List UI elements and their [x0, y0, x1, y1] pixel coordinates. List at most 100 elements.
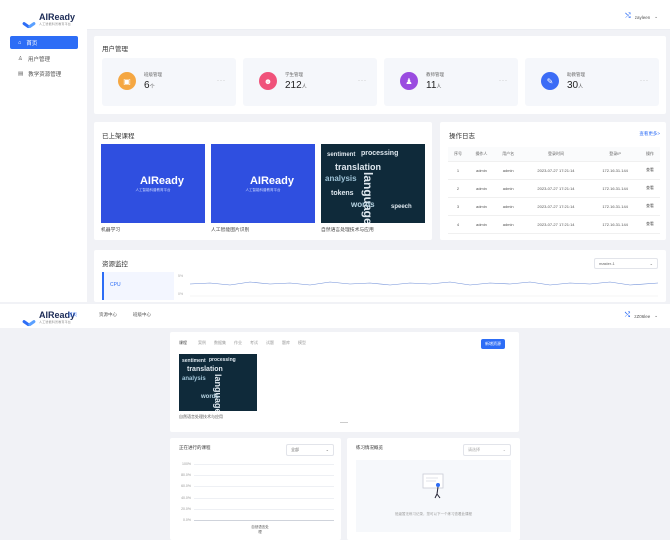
more-button[interactable]: ··· [358, 78, 367, 84]
header: ⤭ zayleen ⌄ [87, 0, 670, 30]
user-icon: ♙ [18, 55, 23, 62]
sidebar-item-users[interactable]: ♙ 用户管理 [10, 52, 78, 65]
tab-case[interactable]: 案例 [198, 340, 206, 346]
table-row: 2 admin admin 2023-07-27 17:21:14 172.16.31.… [448, 179, 660, 197]
logo-icon [122, 177, 136, 185]
gridline [194, 520, 334, 521]
gridline [194, 508, 334, 510]
table-header: 序号 操作人 用户名 登录时间 登录IP 操作 [448, 147, 660, 161]
course-cover-wordcloud[interactable]: sentiment processing translation analysi… [321, 144, 425, 223]
y-tick-label: 60.0% [181, 484, 191, 489]
course-title[interactable]: 自然语言处理技术与应用 [321, 226, 374, 233]
x-tick-label: 自然语言处理 [251, 525, 269, 534]
section-title: 已上架课程 [102, 133, 135, 140]
chevron-down-icon: ⌄ [325, 447, 329, 452]
cpu-line-chart [190, 281, 658, 297]
tab-model[interactable]: 模型 [298, 340, 306, 346]
course-cover[interactable]: AIReady 人工智能科普教育平台 [101, 144, 205, 223]
class-icon: ▣ [118, 72, 136, 90]
course-cover-wordcloud[interactable]: sentiment processing translation analysi… [179, 354, 257, 411]
view-link[interactable]: 查看 [640, 215, 660, 233]
logo-icon [232, 177, 246, 185]
practice-card: 练习情况概览 请选择 ⌄ 班级暂无练习记录，您可以下一个练习查看此课程 [347, 438, 520, 540]
stat-students[interactable]: ☻ 学生管理 212人 ··· [243, 58, 377, 106]
chevron-down-icon: ⌄ [654, 14, 658, 19]
chevron-down-icon: ⌄ [654, 313, 658, 318]
section-title: 资源监控 [102, 261, 128, 268]
chart-icon: ⤭ [624, 312, 631, 319]
view-link[interactable]: 查看 [640, 179, 660, 197]
stat-assistants[interactable]: ✎ 助教管理 30人 ··· [525, 58, 659, 106]
chevron-down-icon: ⌄ [649, 261, 653, 266]
home-icon: ⌂ [18, 39, 22, 46]
assistant-icon: ✎ [541, 72, 559, 90]
y-tick-label: 80.0% [181, 473, 191, 478]
tab-exam[interactable]: 考试 [250, 340, 258, 346]
section-title: 用户管理 [102, 46, 128, 53]
gridline [194, 475, 334, 477]
practice-select[interactable]: 请选择 ⌄ [463, 444, 511, 456]
table-row: 4 admin admin 2023-07-27 17:21:14 172.16.31.… [448, 215, 660, 233]
tab-questions[interactable]: 试题 [266, 340, 274, 346]
user-management-card: 用户管理 ▣ 班级管理 6个 ··· ☻ 学生管理 212人 ··· ♟ 教师管… [94, 36, 666, 114]
brand-logo[interactable]: AIReady 人工智能科普教育平台 [22, 13, 75, 27]
course-filter-select[interactable]: 全部 ⌄ [286, 444, 334, 456]
sidebar-item-home[interactable]: ⌂ 首页 [10, 36, 78, 49]
teacher-icon: ♟ [400, 72, 418, 90]
sidebar-item-resources[interactable]: ▤ 教学资源管理 [10, 67, 78, 80]
tab-bank[interactable]: 题库 [282, 340, 290, 346]
view-link[interactable]: 查看 [640, 161, 660, 179]
y-tick-label: 40.0% [181, 495, 191, 500]
nav-resources[interactable]: 资源中心 [99, 312, 117, 318]
logo-icon [22, 314, 36, 322]
student-icon: ☻ [259, 72, 277, 90]
pager-dot[interactable] [340, 422, 348, 423]
y-tick-label: 20.0% [181, 506, 191, 511]
tab-dataset[interactable]: 数据集 [214, 340, 226, 346]
y-tick-label: 0.0% [183, 518, 191, 522]
table-row: 1 admin admin 2023-07-27 17:21:14 172.16.31.… [448, 161, 660, 179]
chart-icon: ⤭ [625, 13, 631, 20]
tab-homework[interactable]: 作业 [234, 340, 242, 346]
course-cover[interactable]: AIReady 人工智能科普教育平台 [211, 144, 315, 223]
course-title[interactable]: 人工智能图片识别 [211, 226, 249, 233]
empty-state: 班级暂无练习记录，您可以下一个练习查看此课程 [356, 460, 511, 532]
operation-log-card: 操作日志 查看更多> 序号 操作人 用户名 登录时间 登录IP 操作 1 admin admi… [440, 122, 666, 240]
view-link[interactable]: 查看 [640, 197, 660, 215]
course-title[interactable]: 自然语言处理技术与应用 [179, 414, 223, 420]
teacher-portal: AIReady 人工智能科普教育平台 首页 资源中心 班级中心 ⤭ zZ06le… [0, 304, 670, 540]
chevron-down-icon: ⌄ [502, 447, 506, 452]
stat-teachers[interactable]: ♟ 教师管理 11人 ··· [384, 58, 518, 106]
more-button[interactable]: ··· [217, 78, 226, 84]
user-menu[interactable]: ⤭ zZ06lee ⌄ [625, 312, 658, 320]
nav-classes[interactable]: 班级中心 [133, 312, 151, 318]
nav-home[interactable]: 首页 [68, 312, 77, 318]
section-title: 正在进行的课程 [179, 445, 211, 450]
y-tick-label: 100% [182, 462, 191, 466]
course-title[interactable]: 机器学习 [101, 226, 120, 233]
progress-card: 正在进行的课程 全部 ⌄ 100% 80.0% 60.0% 40.0% 20.0% 0.0%… [170, 438, 341, 540]
empty-illustration-icon [422, 473, 444, 499]
metric-tab-cpu[interactable]: CPU [102, 272, 174, 300]
user-menu[interactable]: ⤭ zayleen ⌄ [625, 13, 658, 21]
view-more-link[interactable]: 查看更多> [639, 131, 660, 137]
gridline [194, 486, 334, 488]
stat-classes[interactable]: ▣ 班级管理 6个 ··· [102, 58, 236, 106]
more-button[interactable]: ··· [640, 78, 649, 84]
resource-monitor-card: 资源监控 master-1 ⌄ CPU 5% 0% [94, 250, 666, 302]
table-row: 3 admin admin 2023-07-27 17:21:14 172.16.31.… [448, 197, 660, 215]
add-resource-button[interactable]: 新增资源 [481, 339, 505, 349]
resource-card: 课程 案例 数据集 作业 考试 试题 题库 模型 新增资源 sentiment … [170, 332, 519, 432]
book-icon: ▤ [18, 70, 24, 77]
more-button[interactable]: ··· [499, 78, 508, 84]
gridline [194, 497, 334, 499]
gridline [194, 464, 334, 465]
sidebar: AIReady 人工智能科普教育平台 ⌂ 首页 ♙ 用户管理 ▤ 教学资源管理 [0, 0, 87, 302]
section-title: 练习情况概览 [356, 445, 383, 450]
node-select[interactable]: master-1 ⌄ [594, 258, 658, 269]
section-title: 操作日志 [449, 133, 475, 140]
tab-course[interactable]: 课程 [179, 340, 187, 346]
top-navbar: AIReady 人工智能科普教育平台 首页 资源中心 班级中心 ⤭ zZ06le… [0, 304, 670, 328]
log-table: 序号 操作人 用户名 登录时间 登录IP 操作 1 admin admin 2023-07-27… [448, 147, 660, 234]
logo-icon [22, 16, 36, 24]
